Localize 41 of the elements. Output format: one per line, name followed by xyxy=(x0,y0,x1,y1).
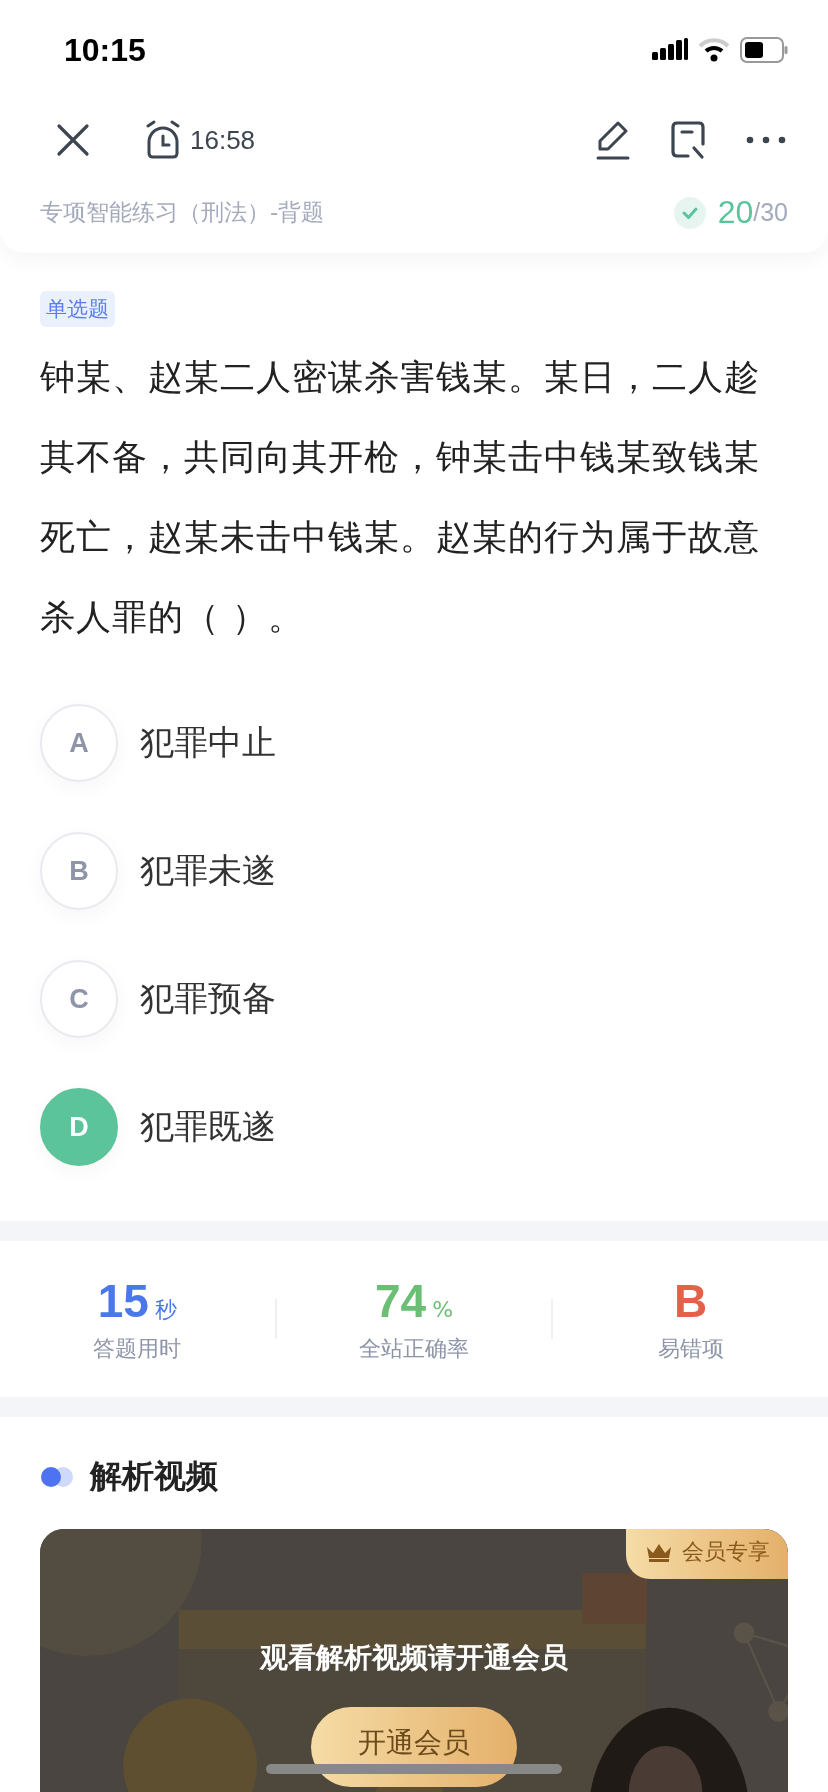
stat-unit: 秒 xyxy=(154,1296,177,1324)
answer-option[interactable]: B 犯罪未遂 xyxy=(40,807,276,935)
option-letter: A xyxy=(40,704,118,782)
stat-unit: % xyxy=(432,1297,454,1322)
option-text: 犯罪既遂 xyxy=(140,1105,276,1148)
section-dots-icon xyxy=(40,1466,74,1488)
section-title: 解析视频 xyxy=(90,1456,218,1497)
stat-label: 答题用时 xyxy=(93,1335,182,1363)
answer-option[interactable]: C 犯罪预备 xyxy=(40,935,276,1063)
stat-label: 易错项 xyxy=(657,1335,724,1363)
signal-icon xyxy=(652,38,688,62)
alarm-clock-icon xyxy=(144,120,182,160)
practice-title: 专项智能练习（刑法）-背题 xyxy=(40,198,325,227)
question-text: 钟某、赵某二人密谋杀害钱某。某日，二人趁其不备，共同向其开枪，钟某击中钱某致钱某死亡，赵某未击中钱某。赵某的行为属于故意杀人罪的（ ）。 xyxy=(40,356,761,639)
progress-total: /30 xyxy=(753,198,788,227)
option-letter: C xyxy=(40,960,118,1038)
more-icon xyxy=(746,136,786,144)
crown-icon xyxy=(646,1542,672,1562)
document-search-icon xyxy=(670,120,706,160)
option-letter: B xyxy=(40,832,118,910)
option-text: 犯罪预备 xyxy=(140,977,276,1020)
question-type-tag: 单选题 xyxy=(40,291,115,327)
timer-text: 16:58 xyxy=(190,124,256,156)
battery-icon xyxy=(740,37,788,63)
check-icon xyxy=(673,196,706,229)
stat-value: B xyxy=(674,1274,708,1328)
close-icon xyxy=(56,123,90,157)
stat-value: 74 xyxy=(374,1274,427,1328)
option-letter: D xyxy=(40,1088,118,1166)
pencil-icon xyxy=(596,119,630,161)
badge-text: 会员专享 xyxy=(682,1538,770,1566)
stat-label: 全站正确率 xyxy=(359,1335,469,1363)
stat-value: 15 xyxy=(97,1274,149,1328)
option-text: 犯罪未遂 xyxy=(140,849,276,892)
answer-option[interactable]: D 犯罪既遂 xyxy=(40,1063,276,1191)
video-lock-message: 观看解析视频请开通会员 xyxy=(260,1640,568,1676)
status-time: 10:15 xyxy=(64,31,146,69)
progress-count: 20 xyxy=(717,194,754,231)
wifi-icon xyxy=(698,38,730,62)
answer-option[interactable]: A 犯罪中止 xyxy=(40,679,276,807)
option-text: 犯罪中止 xyxy=(140,721,276,764)
